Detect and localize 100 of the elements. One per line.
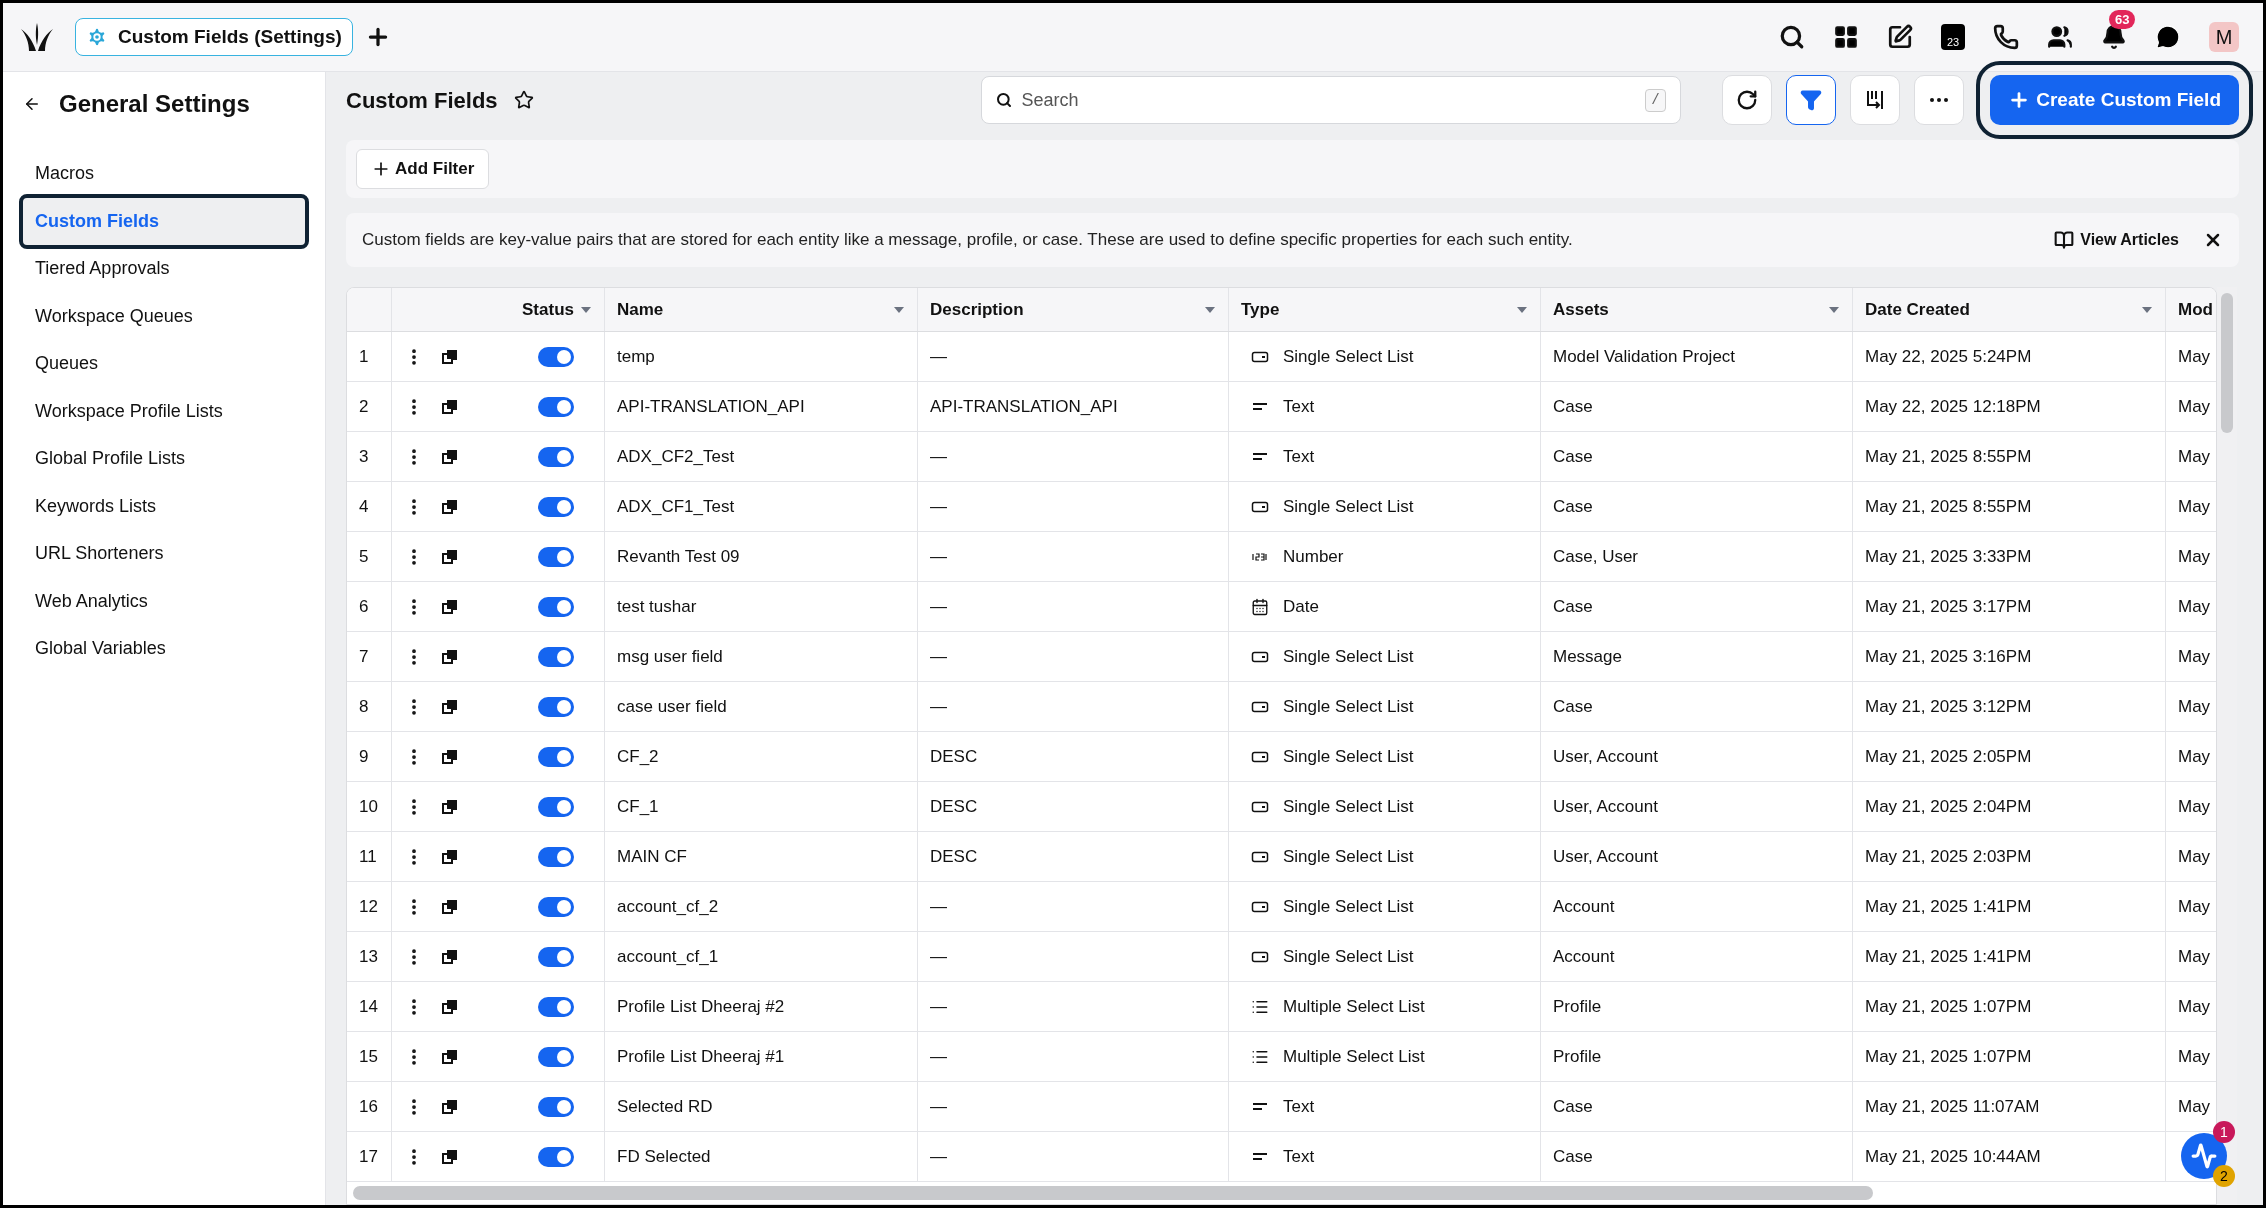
settings-tab[interactable]: Custom Fields (Settings) [75,18,353,56]
status-toggle[interactable] [538,596,574,617]
status-toggle[interactable] [538,1096,574,1117]
copy-squares-icon[interactable] [442,848,458,865]
sort-caret-icon[interactable] [1828,305,1840,314]
copy-squares-icon[interactable] [442,798,458,815]
vertical-scrollbar[interactable] [2221,293,2233,433]
phone-icon[interactable] [1993,24,2019,50]
table-cell-text: May [2178,545,2211,568]
people-icon[interactable] [2047,24,2073,50]
refresh-icon [1736,89,1759,111]
sort-caret-icon[interactable] [893,305,905,314]
table-cell-text: User, Account [1553,745,1658,768]
create-custom-field-button[interactable]: Create Custom Field [1990,75,2239,125]
copy-squares-icon[interactable] [442,598,458,615]
copy-squares-icon[interactable] [442,898,458,915]
view-articles-link[interactable]: View Articles [2054,228,2179,252]
column-header[interactable]: Description [930,296,1024,323]
status-toggle[interactable] [538,1046,574,1067]
status-toggle[interactable] [538,896,574,917]
status-toggle[interactable] [538,346,574,367]
status-toggle[interactable] [538,496,574,517]
sort-caret-icon[interactable] [1204,305,1216,314]
sort-caret-icon[interactable] [580,305,592,314]
status-toggle[interactable] [538,446,574,467]
sort-caret-icon[interactable] [1516,305,1528,314]
table-cell-text: Date [1283,595,1319,618]
table-cell-text: Single Select List [1283,695,1414,718]
apps-grid-icon[interactable] [1833,24,1859,50]
table-cell-text: — [930,445,947,468]
copy-squares-icon[interactable] [442,498,458,515]
copy-squares-icon[interactable] [442,348,458,365]
row-number: 13 [359,945,378,968]
column-header[interactable]: Type [1241,296,1280,323]
table-cell-text: Case [1553,445,1593,468]
sidebar-item[interactable]: Global Profile Lists [23,435,305,483]
status-toggle[interactable] [538,646,574,667]
status-toggle[interactable] [538,746,574,767]
refresh-button[interactable] [1722,75,1773,125]
column-header[interactable]: Status [522,296,574,323]
copy-squares-icon[interactable] [442,748,458,765]
add-filter-button[interactable]: Add Filter [356,149,490,189]
sidebar-item[interactable]: Web Analytics [23,577,305,625]
row-number: 1 [359,345,369,368]
status-toggle[interactable] [538,996,574,1017]
calendar-icon[interactable]: 23 [1941,24,1965,50]
column-header[interactable]: Mod [2178,296,2213,323]
sidebar-item[interactable]: Workspace Queues [23,292,305,340]
table-cell-text: — [930,1095,947,1118]
sidebar-item[interactable]: Queues [23,340,305,388]
copy-squares-icon[interactable] [442,698,458,715]
table-cell-text: Text [1283,1145,1315,1168]
status-toggle[interactable] [538,796,574,817]
copy-squares-icon[interactable] [442,1048,458,1065]
compose-icon[interactable] [1887,24,1913,50]
filter-button[interactable] [1786,75,1837,125]
sidebar-item[interactable]: Global Variables [23,625,305,673]
status-toggle[interactable] [538,846,574,867]
search-icon[interactable] [1779,24,1805,50]
table-cell-text: API-TRANSLATION_API [930,395,1118,418]
table-cell-text: Single Select List [1283,745,1414,768]
user-avatar[interactable]: M [2209,22,2239,52]
horizontal-scrollbar[interactable] [353,1186,1873,1200]
status-toggle[interactable] [538,546,574,567]
chat-icon[interactable] [2155,24,2181,50]
status-toggle[interactable] [538,946,574,967]
status-toggle[interactable] [538,1146,574,1167]
search-input[interactable]: Search [1021,86,1636,114]
copy-squares-icon[interactable] [442,1098,458,1115]
copy-squares-icon[interactable] [442,948,458,965]
sidebar-item[interactable]: URL Shorteners [23,530,305,578]
sidebar-item[interactable]: Workspace Profile Lists [23,387,305,435]
columns-button[interactable] [1850,75,1901,125]
copy-squares-icon[interactable] [442,1148,458,1165]
table-cell-text: Multiple Select List [1283,995,1425,1018]
copy-squares-icon[interactable] [442,648,458,665]
notification-bell-icon[interactable] [2101,24,2127,50]
copy-squares-icon[interactable] [442,398,458,415]
copy-squares-icon[interactable] [442,448,458,465]
copy-squares-icon[interactable] [442,998,458,1015]
status-toggle[interactable] [538,396,574,417]
table-cell-text: User, Account [1553,845,1658,868]
row-number: 11 [359,845,377,868]
table-cell-text: Account [1553,895,1615,918]
sidebar-item[interactable]: Tiered Approvals [23,245,305,293]
table-cell-text: May 21, 2025 8:55PM [1865,445,2032,468]
copy-squares-icon[interactable] [442,548,458,565]
favorite-star-icon[interactable] [513,90,534,110]
table-cell-text: — [930,1145,947,1168]
sort-caret-icon[interactable] [2141,305,2153,314]
status-toggle[interactable] [538,696,574,717]
row-number: 2 [359,395,369,418]
sidebar-item[interactable]: Keywords Lists [23,482,305,530]
search-field[interactable]: Search / [980,76,1681,124]
table-cell-text: May [2178,495,2211,518]
table-cell-text: May 21, 2025 8:55PM [1865,495,2032,518]
column-header[interactable]: Date Created [1865,296,1970,323]
sidebar-item[interactable]: Macros [23,150,305,198]
column-header[interactable]: Assets [1553,296,1609,323]
column-header[interactable]: Name [617,296,664,323]
